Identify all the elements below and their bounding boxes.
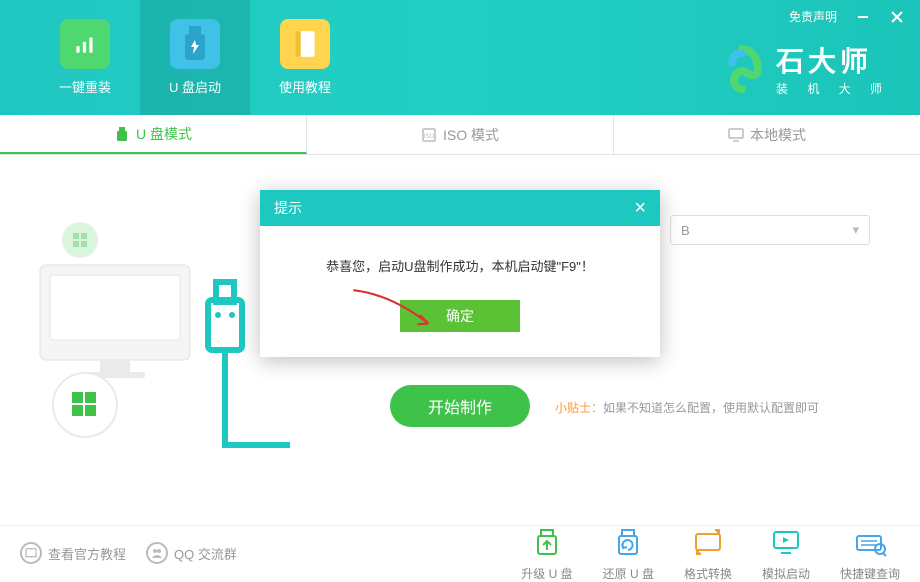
tool-label: 格式转换	[684, 565, 732, 582]
svg-text:ISO: ISO	[424, 134, 435, 140]
nav-tab-label: 使用教程	[279, 77, 331, 96]
format-icon	[690, 525, 726, 561]
nav-tab-label: U 盘启动	[169, 77, 221, 96]
tool-simulate-boot[interactable]: 模拟启动	[762, 525, 810, 582]
dialog-title: 提示	[274, 198, 302, 218]
bottom-toolbar: 查看官方教程 QQ 交流群 升级 U 盘 还原 U 盘 格式转换 模拟启动 快捷…	[0, 525, 920, 580]
tip-text: 小贴士：如果不知道怎么配置，使用默认配置即可	[555, 399, 819, 416]
qq-group-link[interactable]: QQ 交流群	[146, 542, 237, 564]
dropdown-value: B	[681, 223, 690, 238]
tutorial-icon	[280, 19, 330, 69]
tool-hotkey-query[interactable]: 快捷键查询	[840, 525, 900, 582]
tip-label: 小贴士：	[555, 401, 603, 415]
upgrade-icon	[529, 525, 565, 561]
arrow-annotation	[340, 286, 450, 336]
tool-upgrade-usb[interactable]: 升级 U 盘	[521, 525, 572, 582]
app-header: 一键重装 U 盘启动 使用教程 免责声明 石大师 装 机 大 师	[0, 0, 920, 115]
logo: 石大师 装 机 大 师	[718, 40, 890, 97]
tool-label: 模拟启动	[762, 565, 810, 582]
tab-iso-mode[interactable]: ISO ISO 模式	[307, 115, 614, 154]
dialog-close-button[interactable]: ×	[634, 198, 646, 218]
tip-body: 如果不知道怎么配置，使用默认配置即可	[603, 401, 819, 415]
tool-restore-usb[interactable]: 还原 U 盘	[603, 525, 654, 582]
nav-tab-tutorial[interactable]: 使用教程	[250, 0, 360, 115]
official-tutorial-link[interactable]: 查看官方教程	[20, 542, 126, 564]
nav-tab-usb-boot[interactable]: U 盘启动	[140, 0, 250, 115]
logo-icon	[718, 45, 766, 93]
monitor-icon	[728, 127, 744, 143]
tab-usb-mode[interactable]: U 盘模式	[0, 115, 307, 154]
tool-label: 快捷键查询	[840, 565, 900, 582]
device-dropdown[interactable]: B	[670, 215, 870, 245]
dialog-body: 恭喜您，启动U盘制作成功，本机启动键"F9"！	[260, 226, 660, 285]
nav-tabs: 一键重装 U 盘启动 使用教程	[0, 0, 360, 115]
usb-icon	[114, 126, 130, 142]
illustration	[30, 185, 290, 470]
tab-label: 本地模式	[750, 125, 806, 145]
minimize-button[interactable]	[855, 9, 871, 25]
start-create-button[interactable]: 开始制作	[390, 385, 530, 427]
logo-title: 石大师	[776, 40, 890, 80]
link-label: 查看官方教程	[48, 544, 126, 563]
usb-boot-icon	[170, 19, 220, 69]
restore-icon	[610, 525, 646, 561]
window-controls: 免责声明	[789, 8, 905, 25]
dialog-header: 提示 ×	[260, 190, 660, 226]
logo-subtitle: 装 机 大 师	[776, 80, 890, 97]
tool-format-convert[interactable]: 格式转换	[684, 525, 732, 582]
tab-label: ISO 模式	[443, 125, 499, 145]
tool-label: 升级 U 盘	[521, 565, 572, 582]
simulate-icon	[768, 525, 804, 561]
tab-local-mode[interactable]: 本地模式	[614, 115, 920, 154]
nav-tab-reinstall[interactable]: 一键重装	[30, 0, 140, 115]
tool-label: 还原 U 盘	[603, 565, 654, 582]
people-icon	[146, 542, 168, 564]
hotkey-icon	[852, 525, 888, 561]
tab-label: U 盘模式	[136, 124, 192, 144]
reinstall-icon	[60, 19, 110, 69]
close-button[interactable]	[889, 9, 905, 25]
link-label: QQ 交流群	[174, 544, 237, 563]
dialog-message: 恭喜您，启动U盘制作成功，本机启动键"F9"！	[326, 259, 594, 274]
book-icon	[20, 542, 42, 564]
success-dialog: 提示 × 恭喜您，启动U盘制作成功，本机启动键"F9"！ 确定	[260, 190, 660, 357]
nav-tab-label: 一键重装	[59, 77, 111, 96]
mode-tabs: U 盘模式 ISO ISO 模式 本地模式	[0, 115, 920, 155]
iso-icon: ISO	[421, 127, 437, 143]
disclaimer-link[interactable]: 免责声明	[789, 8, 837, 25]
